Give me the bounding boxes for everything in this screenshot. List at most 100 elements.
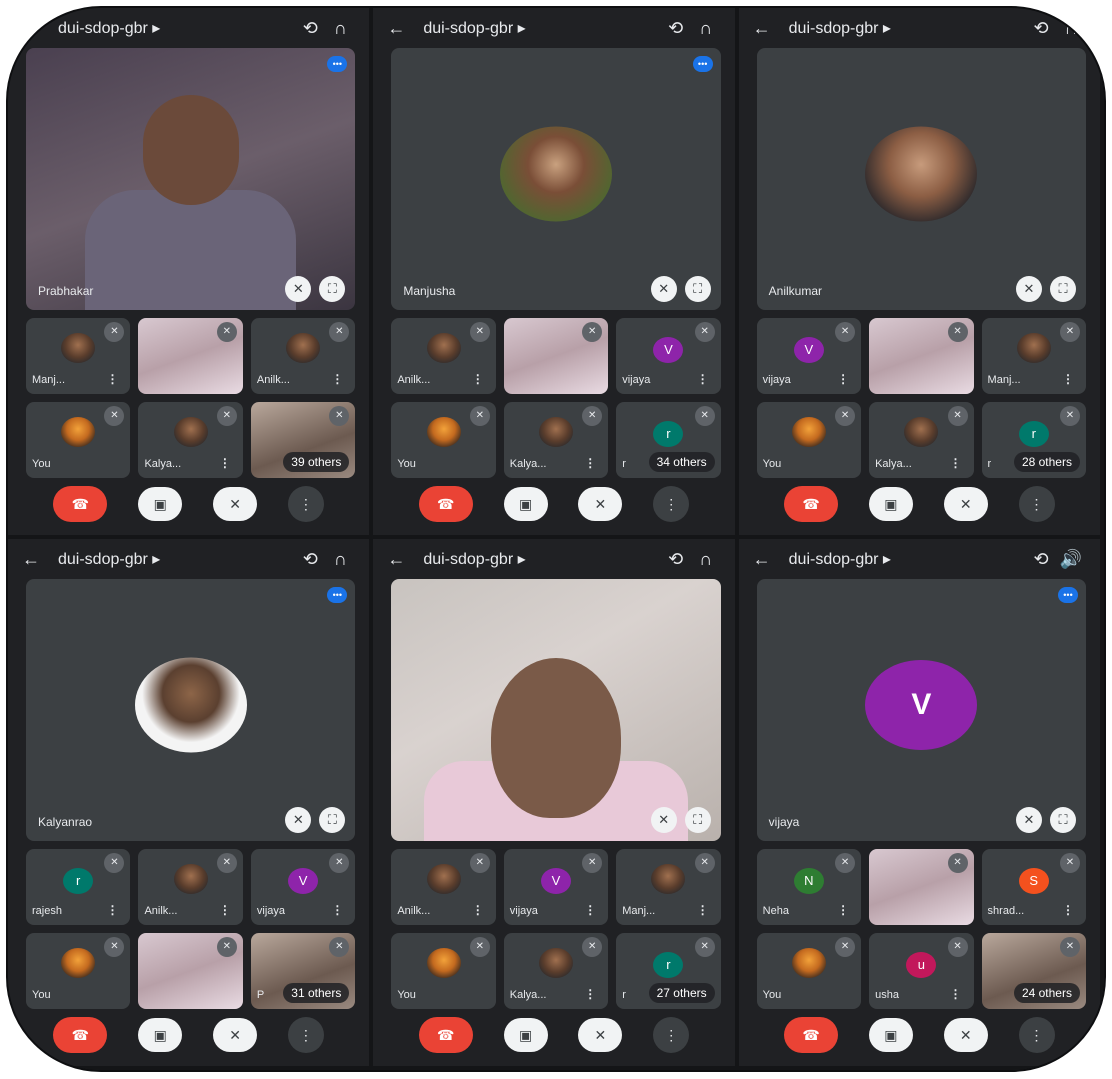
camera-off-button[interactable]: ▣ bbox=[138, 1018, 183, 1052]
participant-tile[interactable]: r ✕ r 28 others bbox=[981, 402, 1086, 478]
more-options-icon[interactable]: ⋮ bbox=[950, 456, 962, 470]
more-options-icon[interactable]: ⋮ bbox=[837, 903, 849, 917]
camera-off-button[interactable]: ▣ bbox=[868, 1018, 913, 1052]
more-options-icon[interactable]: ⋮ bbox=[331, 903, 343, 917]
meeting-code[interactable]: dui-sdop-gbr ▸ bbox=[423, 18, 660, 38]
headphones-icon[interactable]: ∩ bbox=[325, 18, 355, 39]
more-options-icon[interactable]: ⋮ bbox=[584, 987, 596, 1001]
others-count[interactable]: 39 others bbox=[283, 452, 350, 472]
meeting-code[interactable]: dui-sdop-gbr ▸ bbox=[423, 549, 660, 569]
switch-camera-icon[interactable]: ⟲ bbox=[661, 549, 691, 570]
more-options-icon[interactable]: ⋮ bbox=[950, 987, 962, 1001]
arrow-back-icon[interactable]: ← bbox=[753, 18, 777, 39]
fullscreen-icon[interactable]: ⛶ bbox=[319, 276, 346, 302]
meeting-code[interactable]: dui-sdop-gbr ▸ bbox=[58, 549, 295, 569]
camera-off-button[interactable]: ▣ bbox=[868, 487, 913, 521]
main-participant-tile[interactable]: ••• Kalyanrao ✕ ⛶ bbox=[26, 579, 356, 841]
others-count[interactable]: 28 others bbox=[1013, 452, 1080, 472]
participant-tile[interactable]: u ✕ usha ⋮ bbox=[869, 933, 974, 1009]
meeting-code[interactable]: dui-sdop-gbr ▸ bbox=[789, 18, 1026, 38]
more-options-button[interactable]: ⋮ bbox=[653, 486, 690, 522]
others-count[interactable]: 31 others bbox=[283, 983, 350, 1003]
mic-off-button[interactable]: ✕ bbox=[578, 487, 623, 521]
pin-icon[interactable]: ✕ bbox=[650, 276, 677, 302]
participant-tile[interactable]: r ✕ r 34 others bbox=[616, 402, 721, 478]
others-count[interactable]: 34 others bbox=[648, 452, 715, 472]
headphones-icon[interactable]: ∩ bbox=[691, 18, 721, 39]
main-participant-tile[interactable]: V ••• vijaya ✕ ⛶ bbox=[756, 579, 1086, 841]
fullscreen-icon[interactable]: ⛶ bbox=[1050, 807, 1076, 833]
participant-tile[interactable]: ✕ P 31 others bbox=[250, 933, 356, 1009]
participant-tile[interactable]: ✕ Anilk... ⋮ bbox=[391, 849, 496, 925]
meeting-code[interactable]: dui-sdop-gbr ▸ bbox=[789, 549, 1026, 569]
more-options-icon[interactable]: ⋮ bbox=[1062, 372, 1074, 386]
meeting-code[interactable]: dui-sdop-gbr ▸ bbox=[58, 18, 295, 38]
mic-off-button[interactable]: ✕ bbox=[213, 487, 258, 521]
headphones-icon[interactable]: ∩ bbox=[691, 549, 721, 570]
participant-tile[interactable]: ✕ Kalya... ⋮ bbox=[503, 402, 609, 478]
switch-camera-icon[interactable]: ⟲ bbox=[295, 549, 325, 570]
participant-tile[interactable]: ✕ bbox=[138, 933, 243, 1009]
participant-tile[interactable]: V ✕ vijaya ⋮ bbox=[616, 318, 721, 394]
more-options-button[interactable]: ⋮ bbox=[1018, 1017, 1055, 1053]
participant-tile[interactable]: ✕ Kalya... ⋮ bbox=[138, 402, 243, 478]
participant-tile[interactable]: ✕ Kalya... ⋮ bbox=[869, 402, 974, 478]
fullscreen-icon[interactable]: ⛶ bbox=[684, 807, 711, 833]
participant-tile[interactable]: ✕ Anilk... ⋮ bbox=[250, 318, 356, 394]
others-count[interactable]: 24 others bbox=[1013, 983, 1080, 1003]
arrow-back-icon[interactable]: ← bbox=[753, 549, 777, 570]
speaker-icon[interactable]: 🔊 bbox=[1056, 549, 1086, 570]
pin-icon[interactable]: ✕ bbox=[285, 807, 312, 833]
pin-icon[interactable]: ✕ bbox=[1016, 276, 1042, 302]
participant-tile[interactable]: ✕ bbox=[138, 318, 243, 394]
participant-tile[interactable]: V ✕ vijaya ⋮ bbox=[503, 849, 609, 925]
fullscreen-icon[interactable]: ⛶ bbox=[1050, 276, 1076, 302]
participant-tile[interactable]: ✕ You bbox=[391, 402, 496, 478]
arrow-back-icon[interactable]: ← bbox=[387, 549, 411, 570]
main-participant-tile[interactable]: ••• Prabhakar ✕ ⛶ bbox=[26, 48, 356, 310]
participant-tile[interactable]: ✕ You bbox=[756, 933, 862, 1009]
more-options-icon[interactable]: ⋮ bbox=[584, 903, 596, 917]
end-call-button[interactable]: ☎ bbox=[784, 1017, 839, 1053]
participant-tile[interactable]: ✕ You bbox=[26, 402, 131, 478]
participant-tile[interactable]: ✕ 24 others bbox=[981, 933, 1086, 1009]
more-options-icon[interactable]: ⋮ bbox=[1062, 903, 1074, 917]
mic-off-button[interactable]: ✕ bbox=[213, 1018, 258, 1052]
participant-tile[interactable]: ✕ You bbox=[756, 402, 862, 478]
more-options-button[interactable]: ⋮ bbox=[287, 486, 324, 522]
switch-camera-icon[interactable]: ⟲ bbox=[661, 18, 691, 39]
participant-tile[interactable]: V ✕ vijaya ⋮ bbox=[250, 849, 356, 925]
more-options-icon[interactable]: ⋮ bbox=[472, 903, 484, 917]
switch-camera-icon[interactable]: ⟲ bbox=[1026, 18, 1056, 39]
pin-icon[interactable]: ✕ bbox=[285, 276, 312, 302]
participant-tile[interactable]: N ✕ Neha ⋮ bbox=[756, 849, 862, 925]
participant-tile[interactable]: S ✕ shrad... ⋮ bbox=[981, 849, 1086, 925]
participant-tile[interactable]: ✕ Kalya... ⋮ bbox=[503, 933, 609, 1009]
participant-tile[interactable]: ✕ bbox=[503, 318, 609, 394]
more-options-button[interactable]: ⋮ bbox=[1018, 486, 1055, 522]
participant-tile[interactable]: ✕ You bbox=[26, 933, 131, 1009]
participant-tile[interactable]: ✕ Manj... ⋮ bbox=[616, 849, 721, 925]
mic-off-button[interactable]: ✕ bbox=[943, 1018, 988, 1052]
arrow-back-icon[interactable]: ← bbox=[22, 549, 46, 570]
mic-off-button[interactable]: ✕ bbox=[943, 487, 988, 521]
participant-tile[interactable]: ✕ bbox=[869, 849, 974, 925]
main-participant-tile[interactable]: ✕ ⛶ bbox=[391, 579, 721, 841]
more-options-button[interactable]: ⋮ bbox=[287, 1017, 324, 1053]
more-options-icon[interactable]: ⋮ bbox=[106, 372, 118, 386]
participant-tile[interactable]: r ✕ rajesh ⋮ bbox=[26, 849, 131, 925]
more-options-icon[interactable]: ⋮ bbox=[331, 372, 343, 386]
more-options-icon[interactable]: ⋮ bbox=[219, 456, 231, 470]
more-options-icon[interactable]: ⋮ bbox=[472, 372, 484, 386]
end-call-button[interactable]: ☎ bbox=[53, 486, 108, 522]
main-participant-tile[interactable]: ••• Manjusha ✕ ⛶ bbox=[391, 48, 721, 310]
headphones-icon[interactable]: ∩ bbox=[1056, 18, 1086, 39]
camera-off-button[interactable]: ▣ bbox=[503, 487, 548, 521]
switch-camera-icon[interactable]: ⟲ bbox=[295, 18, 325, 39]
headphones-icon[interactable]: ∩ bbox=[325, 549, 355, 570]
more-options-icon[interactable]: ⋮ bbox=[584, 456, 596, 470]
pin-icon[interactable]: ✕ bbox=[1016, 807, 1042, 833]
fullscreen-icon[interactable]: ⛶ bbox=[319, 807, 346, 833]
more-options-button[interactable]: ⋮ bbox=[653, 1017, 690, 1053]
participant-tile[interactable]: ✕ Manj... ⋮ bbox=[981, 318, 1086, 394]
